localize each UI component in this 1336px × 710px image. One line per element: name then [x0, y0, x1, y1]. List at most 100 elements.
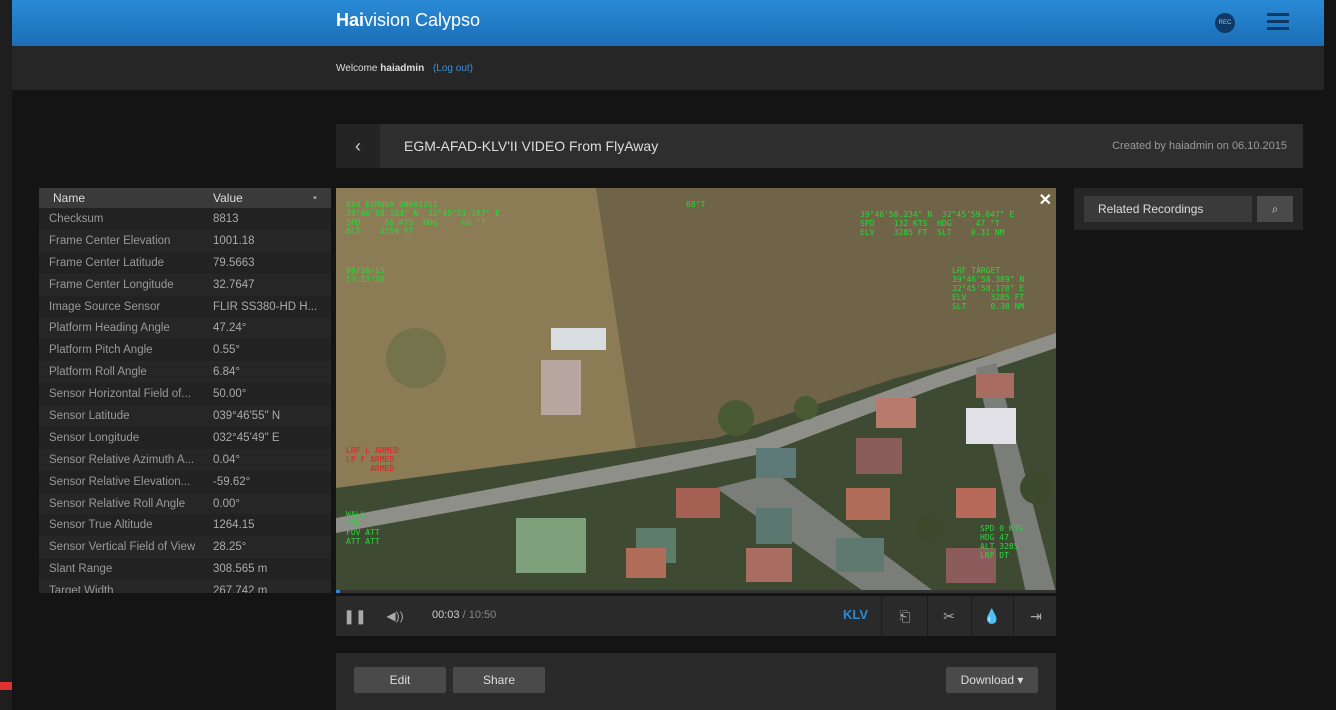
row-value: 79.5663: [213, 256, 255, 269]
table-row: Checksum 8813: [39, 208, 331, 230]
time-display: 00:03 / 10:50: [432, 609, 496, 621]
row-name: Frame Center Elevation: [49, 234, 171, 247]
video-frame[interactable]: ASd EGM06A SN601351 39°46'58.184" N 32°4…: [336, 188, 1056, 593]
row-name: Sensor Vertical Field of View: [49, 541, 196, 554]
row-value: 0.04°: [213, 453, 240, 466]
brand-logo[interactable]: Haivision Calypso: [336, 10, 480, 31]
video-progress-bar[interactable]: [336, 590, 1056, 593]
table-row: Sensor Latitude 039°46'55" N: [39, 405, 331, 427]
table-row: Sensor Relative Elevation... -59.62°: [39, 471, 331, 493]
pause-icon[interactable]: ❚❚: [336, 596, 374, 636]
table-row: Sensor Longitude 032°45'49" E: [39, 427, 331, 449]
back-button[interactable]: ‹: [336, 124, 380, 168]
brand-rest: vision Calypso: [364, 10, 481, 30]
row-value: 1264.15: [213, 519, 255, 532]
header-name[interactable]: Name: [39, 191, 209, 205]
hud-top-right: 39°46'58.234" N 32°45'59.047" E SPD 132 …: [860, 210, 1015, 237]
volume-icon[interactable]: ◀)): [376, 596, 414, 636]
table-row: Sensor Vertical Field of View 28.25°: [39, 536, 331, 559]
row-value: 6.84°: [213, 366, 240, 379]
related-recordings-button[interactable]: Related Recordings: [1084, 196, 1252, 222]
hud-armed-status: LRF L ARMED LP F ARMED ARMED: [346, 446, 399, 473]
table-row: Platform Pitch Angle 0.55°: [39, 339, 331, 361]
welcome-text: Welcome haiadmin (Log out): [336, 63, 473, 74]
row-value: 039°46'55" N: [213, 409, 281, 422]
action-bar: Edit Share Download ▾: [336, 653, 1056, 710]
welcome-bar: Welcome haiadmin (Log out): [12, 46, 1324, 90]
row-name: Frame Center Latitude: [49, 256, 165, 269]
edit-button[interactable]: Edit: [354, 667, 446, 693]
row-name: Sensor Relative Elevation...: [49, 475, 191, 488]
close-video-icon[interactable]: ✕: [1039, 190, 1052, 210]
scissors-icon[interactable]: ✂: [930, 596, 968, 636]
row-name: Sensor Latitude: [49, 409, 130, 422]
hud-date: 09/10/15 13:13:38: [346, 266, 385, 284]
table-row: Frame Center Latitude 79.5663: [39, 252, 331, 274]
row-value: 0.00°: [213, 497, 240, 510]
table-row: Sensor Relative Azimuth A... 0.04°: [39, 448, 331, 471]
row-name: Sensor True Altitude: [49, 519, 153, 532]
welcome-prefix: Welcome: [336, 63, 378, 74]
divider: [927, 596, 928, 636]
row-value: 32.7647: [213, 278, 255, 291]
video-title-bar: ‹ EGM-AFAD-KLV'II VIDEO From FlyAway Cre…: [336, 124, 1303, 168]
table-row: Sensor Horizontal Field of... 50.00°: [39, 383, 331, 405]
row-value: 032°45'49" E: [213, 431, 280, 444]
row-name: Platform Heading Angle: [49, 322, 170, 335]
table-row: Sensor Relative Roll Angle 0.00°: [39, 492, 331, 515]
snapshot-icon[interactable]: ⎗: [886, 596, 924, 636]
row-name: Target Width: [49, 585, 114, 593]
fullscreen-icon[interactable]: ⇥: [1016, 596, 1056, 636]
row-value: 1001.18: [213, 234, 255, 247]
hud-top-center: 68°T: [686, 200, 706, 209]
current-time: 00:03: [432, 609, 460, 621]
row-value: 0.55°: [213, 344, 240, 357]
row-name: Sensor Horizontal Field of...: [49, 388, 191, 401]
row-name: Platform Pitch Angle: [49, 344, 153, 357]
table-row: Platform Heading Angle 47.24°: [39, 317, 331, 340]
row-value: 8813: [213, 212, 239, 225]
row-name: Sensor Relative Roll Angle: [49, 497, 186, 510]
klv-toggle-button[interactable]: KLV: [843, 607, 868, 622]
klv-rows: Checksum 8813 Frame Center Elevation 1001.1…: [39, 208, 331, 593]
row-value: 47.24°: [213, 322, 247, 335]
left-edge-strip: [0, 0, 12, 710]
search-icon[interactable]: ⌕: [1257, 196, 1293, 222]
logout-link[interactable]: (Log out): [433, 63, 473, 74]
aerial-video-image: [336, 188, 1056, 593]
brand-bold: Hai: [336, 10, 365, 30]
row-value: FLIR SS380-HD H...: [213, 300, 318, 313]
top-nav-bar: Haivision Calypso REC: [12, 0, 1324, 46]
header-value[interactable]: Value: [209, 191, 313, 205]
row-value: -59.62°: [213, 475, 251, 488]
hud-bottom-left: WALL SCN FOV ATT ATT ATT: [346, 510, 380, 546]
table-row: Slant Range 308.565 m: [39, 558, 331, 580]
drop-icon[interactable]: 💧: [974, 596, 1010, 636]
row-value: 28.25°: [213, 541, 247, 554]
row-name: Image Source Sensor: [49, 300, 161, 313]
left-edge-accent: [0, 682, 12, 690]
video-progress-fill: [336, 590, 340, 593]
record-icon[interactable]: REC: [1215, 13, 1235, 33]
download-button[interactable]: Download ▾: [946, 667, 1038, 693]
hamburger-menu-icon[interactable]: [1267, 13, 1289, 31]
row-value: 308.565 m: [213, 563, 268, 576]
share-button[interactable]: Share: [453, 667, 545, 693]
row-value: 267.742 m: [213, 585, 268, 593]
row-name: Frame Center Longitude: [49, 278, 174, 291]
row-name: Slant Range: [49, 563, 113, 576]
klv-table-header: Name Value ▪: [39, 188, 331, 208]
klv-metadata-table: Name Value ▪ Checksum 8813 Frame Center El…: [39, 188, 331, 593]
video-title: EGM-AFAD-KLV'II VIDEO From FlyAway: [404, 138, 659, 154]
row-name: Sensor Relative Azimuth A...: [49, 453, 195, 466]
total-time: / 10:50: [459, 609, 497, 621]
divider: [881, 596, 882, 636]
player-controls: ❚❚ ◀)) 00:03 / 10:50 KLV ⎗ ✂ 💧 ⇥: [336, 596, 1056, 636]
row-name: Platform Roll Angle: [49, 366, 147, 379]
save-icon[interactable]: ▪: [313, 192, 331, 204]
table-row: Target Width 267.742 m: [39, 580, 331, 593]
related-recordings-panel: Related Recordings ⌕: [1074, 188, 1303, 230]
row-name: Sensor Longitude: [49, 431, 140, 444]
created-info: Created by haiadmin on 06.10.2015: [1112, 140, 1287, 152]
divider: [971, 596, 972, 636]
